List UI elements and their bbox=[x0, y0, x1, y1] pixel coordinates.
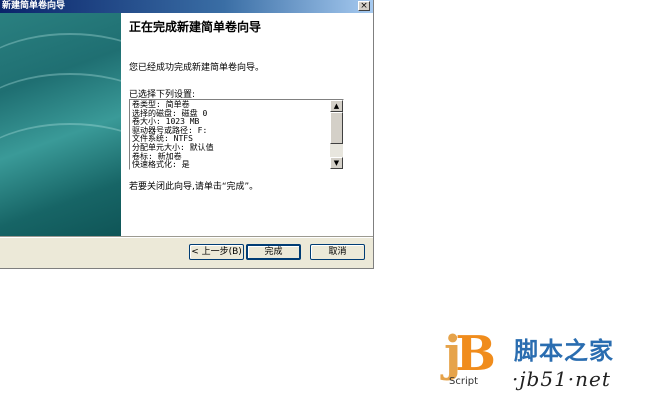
logo-script-text: Script bbox=[449, 376, 479, 387]
close-button[interactable]: × bbox=[358, 1, 370, 11]
settings-summary-box[interactable]: 卷类型: 简单卷 选择的磁盘: 磁盘 0 卷大小: 1023 MB 驱动器号或路… bbox=[129, 99, 344, 170]
close-hint-text: 若要关闭此向导,请单击“完成”。 bbox=[129, 182, 259, 192]
page-title: 正在完成新建简单卷向导 bbox=[129, 20, 262, 34]
scroll-thumb[interactable] bbox=[330, 112, 343, 144]
wizard-content: 正在完成新建简单卷向导 您已经成功完成新建简单卷向导。 已选择下列设置: 卷类型… bbox=[121, 13, 373, 236]
finish-button[interactable]: 完成 bbox=[246, 244, 301, 260]
wizard-side-banner bbox=[0, 13, 121, 236]
logo-site-name: 脚本之家 bbox=[514, 337, 614, 365]
back-button[interactable]: < 上一步(B) bbox=[189, 244, 244, 260]
logo-mark: jB bbox=[444, 330, 496, 378]
watermark-logo: jB Script 脚本之家 ·jb51·net bbox=[440, 327, 646, 397]
window-title: 新建简单卷向导 bbox=[2, 1, 66, 11]
logo-site-url: ·jb51·net bbox=[512, 367, 611, 391]
summary-lines: 卷类型: 简单卷 选择的磁盘: 磁盘 0 卷大小: 1023 MB 驱动器号或路… bbox=[132, 100, 328, 170]
summary-scrollbar[interactable]: ▲ ▼ bbox=[330, 100, 343, 169]
title-bar[interactable]: 新建简单卷向导 × bbox=[0, 0, 373, 13]
success-text: 您已经成功完成新建简单卷向导。 bbox=[129, 63, 265, 73]
wizard-window: 新建简单卷向导 × 正在完成新建简单卷向导 您已经成功完成新建简单卷向导。 已选… bbox=[0, 0, 374, 269]
footer-divider bbox=[0, 236, 373, 238]
summary-line: 快速格式化: 是 bbox=[132, 160, 190, 170]
scroll-down-button[interactable]: ▼ bbox=[330, 157, 343, 169]
logo-letter-j: j bbox=[444, 326, 462, 382]
banner-wave bbox=[0, 123, 121, 236]
logo-letter-b: B bbox=[455, 326, 496, 382]
cancel-button[interactable]: 取消 bbox=[310, 244, 365, 260]
scroll-up-button[interactable]: ▲ bbox=[330, 100, 343, 112]
